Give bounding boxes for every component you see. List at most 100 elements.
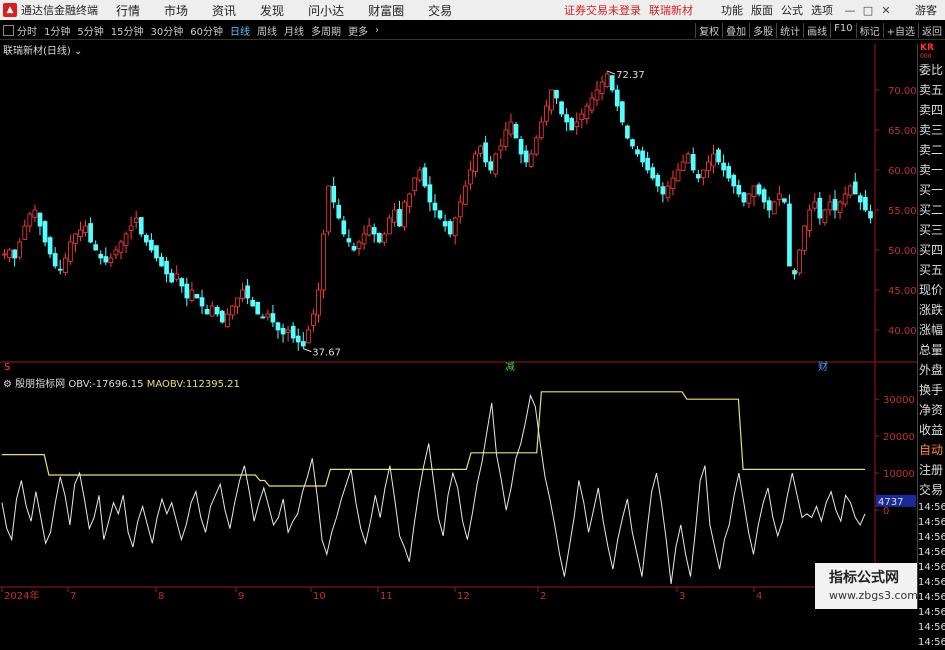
candle-body <box>528 153 534 167</box>
toolbar-checkbox[interactable] <box>3 24 14 36</box>
period-monthly[interactable]: 月线 <box>284 23 304 38</box>
candle-body <box>761 189 767 203</box>
candle-body <box>42 221 48 243</box>
candle-body <box>138 217 144 235</box>
candle-body <box>179 278 185 287</box>
tool-diejia[interactable]: 叠加 <box>722 22 749 38</box>
x-tick-label: 4 <box>756 591 762 602</box>
menu-caifuquan[interactable]: 财富圈 <box>368 2 404 19</box>
menu-gongneng[interactable]: 功能 <box>721 2 743 18</box>
panel-item[interactable]: 注册 <box>918 460 945 480</box>
candle-body <box>574 121 580 128</box>
panel-item[interactable]: 收益 <box>918 420 945 440</box>
candle-body <box>397 209 402 227</box>
menu-zixun[interactable]: 资讯 <box>212 2 236 19</box>
tool-f10[interactable]: F10 <box>830 22 855 38</box>
panel-time: 14:56 <box>918 532 945 543</box>
period-15min[interactable]: 15分钟 <box>111 23 144 38</box>
guest-label[interactable]: 游客 <box>915 2 937 18</box>
candle-body <box>300 341 306 347</box>
close-button[interactable]: ✕ <box>877 4 895 17</box>
candle-body <box>427 184 433 203</box>
candle-body <box>336 204 342 219</box>
candle-body <box>518 139 524 155</box>
panel-item[interactable]: 买三 <box>918 220 945 240</box>
panel-item[interactable]: 买五 <box>918 260 945 280</box>
candle-body <box>569 118 575 131</box>
period-5min[interactable]: 5分钟 <box>77 23 103 38</box>
panel-item[interactable]: 卖一 <box>918 160 945 180</box>
tool-huaxian[interactable]: 画线 <box>803 22 830 38</box>
menu-faxian[interactable]: 发现 <box>260 2 284 19</box>
indicator-header: ⚙ 殷朋指标网 OBV:-17696.15 MAOBV:112395.21 <box>3 375 240 390</box>
panel-item[interactable]: 买一 <box>918 180 945 200</box>
obv-tick-label: 30000 <box>883 395 915 406</box>
candle-body <box>219 310 225 323</box>
panel-item[interactable]: 换手 <box>918 380 945 400</box>
panel-time: 14:56 <box>918 592 945 603</box>
menu-shichang[interactable]: 市场 <box>164 2 188 19</box>
candle-body <box>316 289 321 316</box>
x-tick-label: 12 <box>457 591 470 602</box>
tool-biaoji[interactable]: 标记 <box>855 22 883 38</box>
minimize-button[interactable]: — <box>841 4 859 17</box>
candle-body <box>118 241 124 253</box>
menu-hangqing[interactable]: 行情 <box>116 2 140 19</box>
candle-body <box>701 169 706 178</box>
panel-item[interactable]: 卖四 <box>918 100 945 120</box>
panel-item[interactable]: 总量 <box>918 340 945 360</box>
period-weekly[interactable]: 周线 <box>257 23 277 38</box>
x-tick-label: 3 <box>679 591 685 602</box>
panel-item[interactable]: 外盘 <box>918 360 945 380</box>
candle-body <box>22 225 28 240</box>
tool-zixuan[interactable]: +自选 <box>882 22 918 38</box>
period-daily[interactable]: 日线 <box>230 23 250 38</box>
tool-duogu[interactable]: 多股 <box>749 22 776 38</box>
event-marker: 减 <box>505 361 515 373</box>
candle-body <box>564 114 569 123</box>
panel-item[interactable]: 买二 <box>918 200 945 220</box>
tool-tongji[interactable]: 统计 <box>776 22 803 38</box>
period-60min[interactable]: 60分钟 <box>190 23 223 38</box>
tool-fuquan[interactable]: 复权 <box>695 22 722 38</box>
candle-body <box>468 169 473 185</box>
candle-body <box>2 253 7 256</box>
event-marker: 财 <box>818 360 828 373</box>
panel-item[interactable]: 卖二 <box>918 140 945 160</box>
candle-body <box>154 245 159 259</box>
panel-item[interactable]: 委比 <box>918 60 945 80</box>
kline-chart[interactable]: 70.00 65.00 60.00 55.00 50.00 45.00 40.00 72.37… <box>0 44 917 609</box>
panel-item[interactable]: 买四 <box>918 240 945 260</box>
period-fenshi[interactable]: 分时 <box>17 23 37 38</box>
period-multi[interactable]: 多周期 <box>311 23 341 38</box>
panel-item[interactable]: 卖三 <box>918 120 945 140</box>
candle-body <box>852 181 858 195</box>
candle-body <box>797 249 802 274</box>
panel-item[interactable]: 卖五 <box>918 80 945 100</box>
panel-item[interactable]: 涨跌 <box>918 300 945 320</box>
indicator-name[interactable]: 殷朋指标网 <box>15 379 65 390</box>
chevron-right-icon[interactable]: › <box>375 25 379 36</box>
panel-item[interactable]: 净资 <box>918 400 945 420</box>
panel-time: 14:56 <box>918 517 945 528</box>
panel-item[interactable]: 自动 <box>918 440 945 460</box>
login-notice[interactable]: 证券交易未登录 <box>564 2 641 18</box>
menu-gongshi[interactable]: 公式 <box>781 2 803 18</box>
indicator-settings-icon[interactable]: ⚙ <box>3 379 12 390</box>
menu-jiaoyi[interactable]: 交易 <box>428 2 452 19</box>
tool-fanhui[interactable]: 返回 <box>918 22 945 38</box>
panel-item[interactable]: 交易 <box>918 480 945 500</box>
period-more[interactable]: 更多 <box>348 23 368 38</box>
candle-body <box>549 89 554 111</box>
menu-banmian[interactable]: 版面 <box>751 2 773 18</box>
panel-item[interactable]: 涨幅 <box>918 320 945 340</box>
menu-xuanxiang[interactable]: 选项 <box>811 2 833 18</box>
candle-body <box>78 229 83 237</box>
period-1min[interactable]: 1分钟 <box>44 23 70 38</box>
menu-wenxiaoda[interactable]: 问小达 <box>308 2 344 19</box>
panel-code: KR <box>920 43 934 53</box>
candle-body <box>736 184 742 195</box>
period-30min[interactable]: 30分钟 <box>150 23 183 38</box>
maximize-button[interactable]: □ <box>859 4 877 17</box>
panel-item[interactable]: 现价 <box>918 280 945 300</box>
